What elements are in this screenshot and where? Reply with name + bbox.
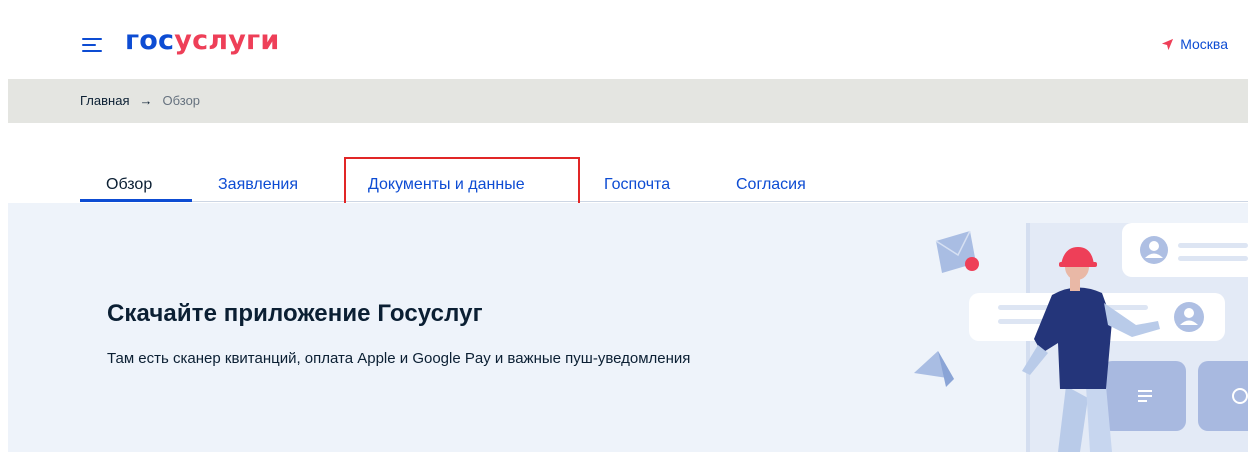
active-tab-indicator: [80, 199, 192, 202]
location-arrow-icon: [1162, 38, 1174, 50]
logo[interactable]: госуслуги: [125, 26, 279, 56]
envelope-icon: [935, 230, 979, 273]
menu-icon[interactable]: [82, 36, 106, 56]
logo-part-gos: гос: [125, 25, 175, 56]
tab-consents[interactable]: Согласия: [736, 176, 806, 194]
breadcrumb: Главная → Обзор: [80, 93, 200, 108]
breadcrumb-separator: →: [139, 93, 153, 108]
user-card-icon: [1122, 223, 1248, 277]
site-header: госуслуги Москва: [8, 8, 1248, 79]
banner-illustration: [914, 223, 1248, 452]
breadcrumb-current: Обзор: [162, 93, 201, 108]
document-tile-icon: [1102, 361, 1186, 431]
location-selector[interactable]: Москва: [1161, 36, 1228, 52]
settings-tile-icon: [1198, 361, 1248, 431]
breadcrumb-bar: Главная → Обзор: [8, 79, 1248, 123]
tab-overview[interactable]: Обзор: [106, 176, 152, 194]
logo-part-uslugi: услуги: [174, 25, 280, 56]
app-promo-banner: Скачайте приложение Госуслуг Там есть ск…: [8, 203, 1248, 452]
tab-bar: Обзор Заявления Документы и данные Госпо…: [80, 168, 1248, 202]
tab-documents-and-data[interactable]: Документы и данные: [368, 176, 525, 194]
tab-applications[interactable]: Заявления: [218, 176, 298, 194]
breadcrumb-home-link[interactable]: Главная: [80, 93, 129, 108]
page: госуслуги Москва Главная → Обзор Обзор З…: [8, 8, 1248, 452]
tab-gospochta[interactable]: Госпочта: [604, 176, 670, 194]
location-label: Москва: [1180, 36, 1228, 52]
